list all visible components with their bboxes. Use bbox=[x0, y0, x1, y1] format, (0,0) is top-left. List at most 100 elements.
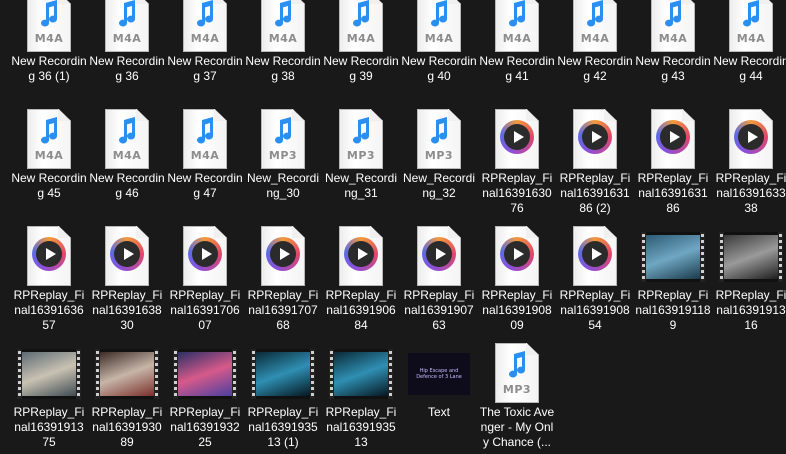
file-thumbnail bbox=[712, 220, 786, 286]
file-item[interactable]: RPReplay_Final1639191189 bbox=[634, 220, 712, 337]
file-item[interactable]: M4A New Recording 43 bbox=[634, 0, 712, 103]
file-item[interactable]: M4A New Recording 40 bbox=[400, 0, 478, 103]
file-name-label: RPReplay_Final1639190684 bbox=[325, 288, 397, 332]
file-item[interactable]: RPReplay_Final1639170768 bbox=[244, 220, 322, 337]
play-circle-icon bbox=[422, 237, 456, 271]
file-extension-label: MP3 bbox=[346, 149, 376, 162]
file-thumbnail: M4A bbox=[166, 103, 244, 169]
file-thumbnail: M4A bbox=[478, 0, 556, 52]
video-file-play-icon bbox=[105, 226, 149, 286]
file-item[interactable]: RPReplay_Final1639190809 bbox=[478, 220, 556, 337]
file-item[interactable]: MP3 New_Recording_30 bbox=[244, 103, 322, 220]
file-name-label: New_Recording_32 bbox=[402, 171, 476, 200]
file-item[interactable]: M4A New Recording 47 bbox=[166, 103, 244, 220]
music-note-icon bbox=[115, 0, 139, 28]
file-item[interactable]: RPReplay_Final1639163186 bbox=[634, 103, 712, 220]
file-thumbnail: M4A bbox=[712, 0, 786, 52]
music-note-icon bbox=[193, 117, 217, 145]
file-name-label: RPReplay_Final1639193089 bbox=[91, 405, 163, 449]
video-thumbnail bbox=[329, 349, 393, 399]
video-thumbnail bbox=[251, 349, 315, 399]
file-item[interactable]: RPReplay_Final1639163186 (2) bbox=[556, 103, 634, 220]
file-item[interactable]: RPReplay_Final1639193513 (1) bbox=[244, 337, 322, 454]
video-thumbnail bbox=[719, 232, 783, 282]
video-file-play-icon bbox=[261, 226, 305, 286]
file-thumbnail: M4A bbox=[88, 0, 166, 52]
video-file-play-icon bbox=[495, 109, 539, 169]
file-item[interactable]: RPReplay_Final1639191375 bbox=[10, 337, 88, 454]
music-note-icon bbox=[505, 0, 529, 28]
file-thumbnail bbox=[478, 103, 556, 169]
file-name-label: New Recording 45 bbox=[11, 171, 87, 200]
file-item[interactable]: RPReplay_Final1639163076 bbox=[478, 103, 556, 220]
file-item[interactable]: M4A New Recording 45 bbox=[10, 103, 88, 220]
file-thumbnail bbox=[88, 337, 166, 403]
file-extension-label: M4A bbox=[346, 32, 376, 45]
file-thumbnail: M4A bbox=[244, 0, 322, 52]
file-item[interactable]: M4A New Recording 38 bbox=[244, 0, 322, 103]
music-note-icon bbox=[661, 0, 685, 28]
music-note-icon bbox=[427, 0, 451, 28]
file-item[interactable]: M4A New Recording 37 bbox=[166, 0, 244, 103]
file-item[interactable]: M4A New Recording 44 bbox=[712, 0, 786, 103]
file-extension-label: M4A bbox=[112, 32, 142, 45]
file-thumbnail: MP3 bbox=[400, 103, 478, 169]
music-note-icon bbox=[115, 117, 139, 145]
file-item[interactable]: MP3 New_Recording_32 bbox=[400, 103, 478, 220]
file-item[interactable]: Hip Escape and Defence of 3 Lane Text bbox=[400, 337, 478, 454]
file-item[interactable]: M4A New Recording 41 bbox=[478, 0, 556, 103]
file-thumbnail: M4A bbox=[166, 0, 244, 52]
music-note-icon bbox=[739, 0, 763, 28]
mp3-audio-file-icon: MP3 bbox=[261, 109, 305, 169]
play-circle-icon bbox=[32, 237, 66, 271]
file-name-label: RPReplay_Final1639163076 bbox=[481, 171, 553, 215]
file-item[interactable]: RPReplay_Final1639170607 bbox=[166, 220, 244, 337]
file-item[interactable]: M4A New Recording 39 bbox=[322, 0, 400, 103]
file-name-label: RPReplay_Final1639190763 bbox=[403, 288, 475, 332]
file-extension-label: M4A bbox=[502, 32, 532, 45]
file-thumbnail bbox=[478, 220, 556, 286]
file-item[interactable]: RPReplay_Final1639190763 bbox=[400, 220, 478, 337]
file-name-label: RPReplay_Final1639193513 (1) bbox=[247, 405, 319, 449]
m4a-audio-file-icon: M4A bbox=[183, 109, 227, 169]
mp3-audio-file-icon: MP3 bbox=[495, 343, 539, 403]
file-extension-label: M4A bbox=[580, 32, 610, 45]
file-item[interactable]: M4A New Recording 36 (1) bbox=[10, 0, 88, 103]
music-note-icon bbox=[583, 0, 607, 28]
video-thumbnail bbox=[17, 349, 81, 399]
file-item[interactable]: RPReplay_Final1639163657 bbox=[10, 220, 88, 337]
file-thumbnail bbox=[322, 220, 400, 286]
file-extension-label: M4A bbox=[658, 32, 688, 45]
m4a-audio-file-icon: M4A bbox=[27, 109, 71, 169]
file-name-label: RPReplay_Final1639163338 bbox=[715, 171, 786, 215]
m4a-audio-file-icon: M4A bbox=[495, 0, 539, 52]
m4a-audio-file-icon: M4A bbox=[261, 0, 305, 52]
video-file-play-icon bbox=[495, 226, 539, 286]
file-item[interactable]: M4A New Recording 36 bbox=[88, 0, 166, 103]
file-item[interactable]: RPReplay_Final1639193225 bbox=[166, 337, 244, 454]
file-item[interactable]: MP3 The Toxic Avenger - My Only Chance (… bbox=[478, 337, 556, 454]
file-icon-grid: M4A New Recording 36 (1) M4A New Recordi… bbox=[10, 0, 786, 454]
file-item[interactable]: M4A New Recording 42 bbox=[556, 0, 634, 103]
file-extension-label: MP3 bbox=[502, 383, 532, 396]
file-item[interactable]: RPReplay_Final1639193513 bbox=[322, 337, 400, 454]
file-name-label: RPReplay_Final1639193513 bbox=[325, 405, 397, 449]
file-item[interactable]: RPReplay_Final1639193089 bbox=[88, 337, 166, 454]
m4a-audio-file-icon: M4A bbox=[417, 0, 461, 52]
file-item[interactable]: RPReplay_Final1639190854 bbox=[556, 220, 634, 337]
music-note-icon bbox=[193, 0, 217, 28]
file-item[interactable]: RPReplay_Final1639163338 bbox=[712, 103, 786, 220]
file-name-label: New Recording 40 bbox=[401, 54, 477, 83]
file-extension-label: MP3 bbox=[268, 149, 298, 162]
file-item[interactable]: M4A New Recording 46 bbox=[88, 103, 166, 220]
file-item[interactable]: RPReplay_Final1639163830 bbox=[88, 220, 166, 337]
file-thumbnail bbox=[556, 103, 634, 169]
file-item[interactable]: RPReplay_Final1639191316 bbox=[712, 220, 786, 337]
file-item[interactable]: RPReplay_Final1639190684 bbox=[322, 220, 400, 337]
file-thumbnail: M4A bbox=[400, 0, 478, 52]
music-note-icon bbox=[349, 117, 373, 145]
file-extension-label: M4A bbox=[34, 32, 64, 45]
file-thumbnail bbox=[244, 220, 322, 286]
file-item[interactable]: MP3 New_Recording_31 bbox=[322, 103, 400, 220]
file-thumbnail bbox=[634, 103, 712, 169]
